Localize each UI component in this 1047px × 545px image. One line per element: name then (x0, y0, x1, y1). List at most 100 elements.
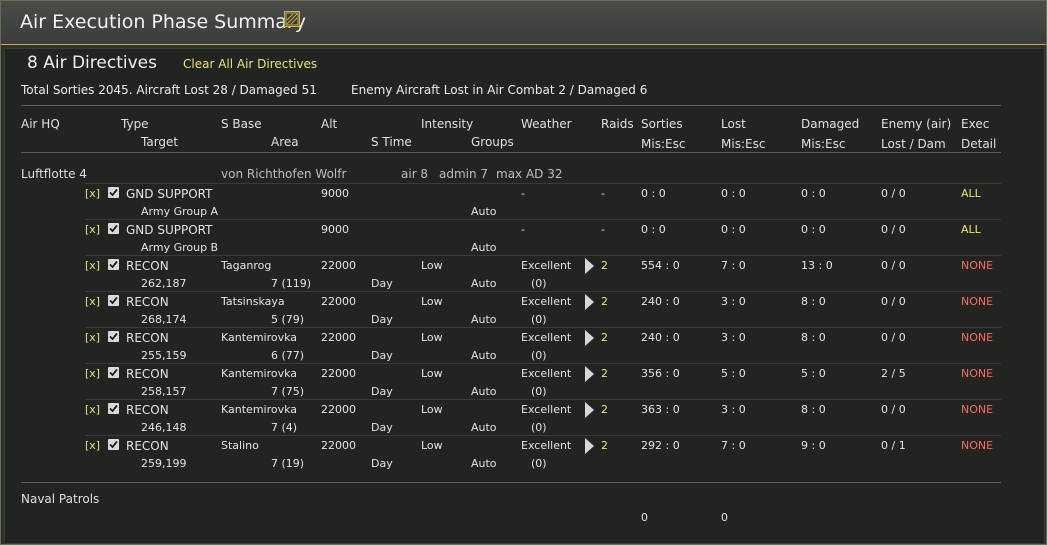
header-type: Type (121, 117, 149, 131)
directive-type[interactable]: GND SUPPORT (126, 223, 212, 237)
directive-row[interactable]: [x] GND SUPPORT Army Group A 9000 Auto - - 0 : … (5, 185, 1005, 221)
directive-checkbox[interactable] (108, 295, 119, 306)
directive-target[interactable]: Army Group B (141, 241, 218, 254)
directive-row[interactable]: [x] RECON 255,159 Kantemirovka 6 (77) 22000 Lo… (5, 329, 1005, 365)
directive-exec-detail[interactable]: ALL (961, 223, 981, 236)
directive-row[interactable]: [x] RECON 268,174 Tatsinskaya 5 (79) 22000 Low… (5, 293, 1005, 329)
directive-checkbox[interactable] (108, 187, 119, 198)
directive-row[interactable]: [x] GND SUPPORT Army Group B 9000 Auto - - 0 : … (5, 221, 1005, 257)
expand-raids-arrow-icon[interactable] (585, 438, 594, 454)
directive-raids[interactable]: 2 (601, 331, 608, 344)
directive-type[interactable]: RECON (126, 295, 169, 309)
directive-cancel-toggle[interactable]: [x] (85, 259, 100, 272)
directive-groups[interactable]: Auto (471, 241, 497, 254)
directive-cancel-toggle[interactable]: [x] (85, 187, 100, 200)
directive-base[interactable]: Kantemirovka (221, 331, 297, 344)
directive-checkbox[interactable] (108, 223, 119, 234)
directive-groups[interactable]: Auto (471, 457, 497, 470)
directive-target[interactable]: Army Group A (141, 205, 218, 218)
directive-checkbox[interactable] (108, 331, 119, 342)
hq-commander[interactable]: von Richthofen Wolfr (221, 167, 346, 181)
directive-raids[interactable]: 2 (601, 439, 608, 452)
hq-name[interactable]: Luftflotte 4 (21, 167, 87, 181)
directive-target[interactable]: 255,159 (141, 349, 187, 362)
directive-groups[interactable]: Auto (471, 349, 497, 362)
directive-type[interactable]: RECON (126, 259, 169, 273)
directive-checkbox[interactable] (108, 259, 119, 270)
directive-exec-detail[interactable]: ALL (961, 187, 981, 200)
directive-row[interactable]: [x] RECON 262,187 Taganrog 7 (119) 22000 Low Da… (5, 257, 1005, 293)
directive-base[interactable]: Kantemirovka (221, 403, 297, 416)
clear-all-directives-link[interactable]: Clear All Air Directives (183, 57, 317, 71)
directive-altitude[interactable]: 22000 (321, 403, 356, 416)
directive-altitude[interactable]: 9000 (321, 187, 349, 200)
window-menu-icon[interactable] (284, 11, 300, 27)
directive-altitude[interactable]: 22000 (321, 259, 356, 272)
directive-start-time[interactable]: Day (371, 457, 393, 470)
directive-raids[interactable]: 2 (601, 367, 608, 380)
directive-cancel-toggle[interactable]: [x] (85, 403, 100, 416)
directive-target[interactable]: 259,199 (141, 457, 187, 470)
directive-checkbox[interactable] (108, 439, 119, 450)
directive-target[interactable]: 268,174 (141, 313, 187, 326)
directive-intensity[interactable]: Low (421, 403, 443, 416)
directive-start-time[interactable]: Day (371, 385, 393, 398)
directive-base[interactable]: Taganrog (221, 259, 271, 272)
directive-groups[interactable]: Auto (471, 277, 497, 290)
directive-checkbox[interactable] (108, 403, 119, 414)
expand-raids-arrow-icon[interactable] (585, 330, 594, 346)
directive-cancel-toggle[interactable]: [x] (85, 439, 100, 452)
directive-base[interactable]: Tatsinskaya (221, 295, 285, 308)
directive-intensity[interactable]: Low (421, 439, 443, 452)
directive-row[interactable]: [x] RECON 258,157 Kantemirovka 7 (75) 22000 Lo… (5, 365, 1005, 401)
directive-altitude[interactable]: 9000 (321, 223, 349, 236)
directive-cancel-toggle[interactable]: [x] (85, 295, 100, 308)
directive-exec-detail[interactable]: NONE (961, 403, 993, 416)
expand-raids-arrow-icon[interactable] (585, 294, 594, 310)
directive-exec-detail[interactable]: NONE (961, 259, 993, 272)
directive-exec-detail[interactable]: NONE (961, 331, 993, 344)
directive-cancel-toggle[interactable]: [x] (85, 223, 100, 236)
directive-altitude[interactable]: 22000 (321, 367, 356, 380)
expand-raids-arrow-icon[interactable] (585, 402, 594, 418)
directive-cancel-toggle[interactable]: [x] (85, 331, 100, 344)
directive-altitude[interactable]: 22000 (321, 295, 356, 308)
directive-row[interactable]: [x] RECON 246,148 Kantemirovka 7 (4) 22000 Low… (5, 401, 1005, 437)
directive-start-time[interactable]: Day (371, 349, 393, 362)
directive-base[interactable]: Stalino (221, 439, 259, 452)
directive-intensity[interactable]: Low (421, 331, 443, 344)
directive-type[interactable]: RECON (126, 439, 169, 453)
directive-target[interactable]: 246,148 (141, 421, 187, 434)
directive-raids[interactable]: 2 (601, 403, 608, 416)
directive-groups[interactable]: Auto (471, 385, 497, 398)
directive-cancel-toggle[interactable]: [x] (85, 367, 100, 380)
directive-type[interactable]: RECON (126, 367, 169, 381)
directive-groups[interactable]: Auto (471, 205, 497, 218)
directive-altitude[interactable]: 22000 (321, 331, 356, 344)
directive-exec-detail[interactable]: NONE (961, 295, 993, 308)
directive-exec-detail[interactable]: NONE (961, 367, 993, 380)
expand-raids-arrow-icon[interactable] (585, 366, 594, 382)
directive-start-time[interactable]: Day (371, 277, 393, 290)
directive-groups[interactable]: Auto (471, 313, 497, 326)
directive-damaged: 9 : 0 (801, 439, 826, 452)
directive-raids[interactable]: 2 (601, 259, 608, 272)
directive-start-time[interactable]: Day (371, 421, 393, 434)
directive-target[interactable]: 262,187 (141, 277, 187, 290)
directive-type[interactable]: RECON (126, 403, 169, 417)
directive-exec-detail[interactable]: NONE (961, 439, 993, 452)
directive-intensity[interactable]: Low (421, 295, 443, 308)
expand-raids-arrow-icon[interactable] (585, 258, 594, 274)
directive-raids[interactable]: 2 (601, 295, 608, 308)
directive-start-time[interactable]: Day (371, 313, 393, 326)
directive-type[interactable]: GND SUPPORT (126, 187, 212, 201)
directive-row[interactable]: [x] RECON 259,199 Stalino 7 (19) 22000 Low Day A… (5, 437, 1005, 473)
directive-checkbox[interactable] (108, 367, 119, 378)
directive-groups[interactable]: Auto (471, 421, 497, 434)
directive-intensity[interactable]: Low (421, 259, 443, 272)
directive-type[interactable]: RECON (126, 331, 169, 345)
directive-base[interactable]: Kantemirovka (221, 367, 297, 380)
directive-altitude[interactable]: 22000 (321, 439, 356, 452)
directive-intensity[interactable]: Low (421, 367, 443, 380)
directive-target[interactable]: 258,157 (141, 385, 187, 398)
